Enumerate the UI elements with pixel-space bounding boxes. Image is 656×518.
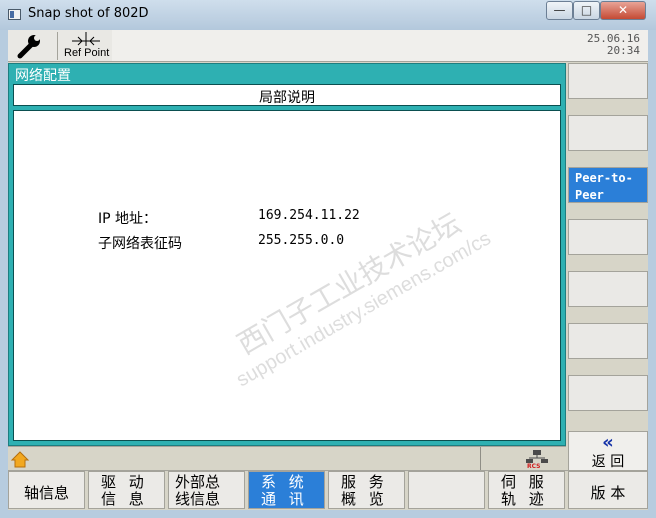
network-config-panel: 网络配置 局部说明 IP 地址： 169.254.11.22 子网络表征码 25…: [8, 63, 566, 446]
softkey-service-overview-line2: 概 览: [341, 490, 388, 508]
softkey-servo-trace-line1: 伺 服: [501, 473, 548, 491]
subheader-bar: 局部说明: [13, 84, 561, 106]
softkey-axis-info-label: 轴信息: [23, 484, 69, 502]
ref-point-label: Ref Point: [64, 47, 110, 59]
status-bar: RCS: [8, 446, 566, 471]
datetime-panel: 25.06.16 20:34: [544, 30, 648, 62]
subheader-title: 局部说明: [259, 90, 315, 106]
time-display: 20:34: [606, 44, 640, 57]
softkey-v2[interactable]: [568, 115, 648, 151]
softkey-service-overview-line1: 服 务: [341, 473, 388, 491]
app-window: Snap shot of 802D — □ ✕ Ref Point 25.06.…: [0, 0, 656, 518]
softkey-v4[interactable]: [568, 219, 648, 255]
peer-to-peer-label-line2: Peer: [575, 188, 604, 202]
message-line: [112, 30, 544, 62]
vertical-softkey-bar: Peer-to- Peer « 返 回: [568, 63, 648, 471]
top-toolbar: Ref Point: [8, 30, 112, 62]
svg-text:RCS: RCS: [527, 463, 540, 469]
network-status-icon: RCS: [526, 450, 548, 469]
softkey-servo-trace[interactable]: 伺 服 轨 迹: [488, 471, 565, 509]
softkey-drive-info-line1: 驱 动: [101, 473, 148, 491]
softkey-external-bus-line2: 线信息: [175, 490, 221, 508]
ip-address-value: 169.254.11.22: [258, 208, 360, 223]
softkey-v1[interactable]: [568, 63, 648, 99]
softkey-peer-to-peer[interactable]: Peer-to- Peer: [568, 167, 648, 203]
softkey-axis-info[interactable]: 轴信息: [8, 471, 85, 509]
reference-point-icon: [72, 32, 100, 46]
double-chevron-left-icon: «: [602, 432, 614, 453]
home-icon[interactable]: [10, 449, 30, 469]
softkey-v5[interactable]: [568, 271, 648, 307]
peer-to-peer-label-line1: Peer-to-: [575, 171, 633, 185]
hmi-client-area: Ref Point 25.06.16 20:34 网络配置 局部说明 IP 地址…: [8, 30, 648, 510]
softkey-external-bus-info[interactable]: 外部总 线信息: [168, 471, 245, 509]
watermark-title: 西门子工业技术论坛: [231, 206, 467, 362]
ip-address-label: IP 地址：: [98, 211, 158, 227]
forum-watermark: 西门子工业技术论坛 support.industry.siemens.com/c…: [174, 170, 535, 415]
softkey-drive-info-line2: 信 息: [101, 490, 148, 508]
watermark-url: support.industry.siemens.com/cs: [232, 227, 495, 392]
subnet-mask-label: 子网络表征码: [98, 236, 182, 252]
panel-title: 网络配置: [15, 68, 71, 84]
status-divider: [480, 447, 481, 471]
minimize-button[interactable]: —: [546, 1, 573, 20]
wrench-button[interactable]: [10, 32, 58, 60]
window-title: Snap shot of 802D: [28, 6, 149, 21]
softkey-system-comm[interactable]: 系 统 通 讯: [248, 471, 325, 509]
back-label: 返 回: [591, 454, 625, 470]
softkey-drive-info[interactable]: 驱 动 信 息: [88, 471, 165, 509]
wrench-icon: [17, 35, 40, 59]
softkey-version-label: 版 本: [590, 484, 626, 502]
softkey-service-overview[interactable]: 服 务 概 览: [328, 471, 405, 509]
network-info-content: IP 地址： 169.254.11.22 子网络表征码 255.255.0.0 …: [13, 110, 561, 441]
subnet-mask-value: 255.255.0.0: [258, 233, 345, 248]
softkey-v7[interactable]: [568, 375, 648, 411]
softkey-system-comm-line2: 通 讯: [261, 490, 308, 508]
maximize-button[interactable]: □: [573, 1, 600, 20]
horizontal-softkey-bar: 轴信息 驱 动 信 息 外部总 线信息 系 统 通 讯 服 务 概 览 伺 服 …: [8, 470, 648, 510]
softkey-servo-trace-line2: 轨 迹: [501, 490, 548, 508]
ref-point-button[interactable]: Ref Point: [60, 30, 112, 62]
softkey-version[interactable]: 版 本: [568, 471, 648, 509]
app-window-icon: [8, 9, 21, 20]
title-bar: Snap shot of 802D — □ ✕: [0, 0, 656, 30]
close-button[interactable]: ✕: [600, 1, 646, 20]
softkey-external-bus-line1: 外部总: [175, 473, 221, 491]
back-button[interactable]: « 返 回: [568, 431, 648, 471]
softkey-h6[interactable]: [408, 471, 485, 509]
softkey-v6[interactable]: [568, 323, 648, 359]
softkey-system-comm-line1: 系 统: [261, 473, 308, 491]
